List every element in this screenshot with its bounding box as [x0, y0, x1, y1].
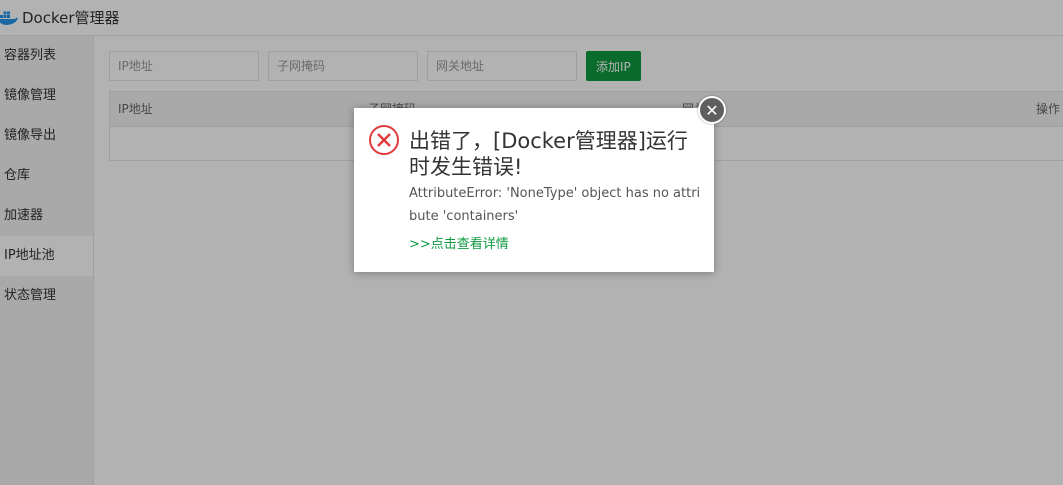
close-icon[interactable]: ✕: [698, 96, 726, 124]
error-title: 出错了，[Docker管理器]运行时发生错误!: [409, 129, 688, 179]
view-details-link[interactable]: >>点击查看详情: [409, 233, 509, 252]
error-icon: [369, 125, 399, 155]
error-message: AttributeError: 'NoneType' object has no…: [409, 186, 701, 224]
error-dialog: ✕ 出错了，[Docker管理器]运行时发生错误! AttributeError…: [354, 96, 726, 272]
